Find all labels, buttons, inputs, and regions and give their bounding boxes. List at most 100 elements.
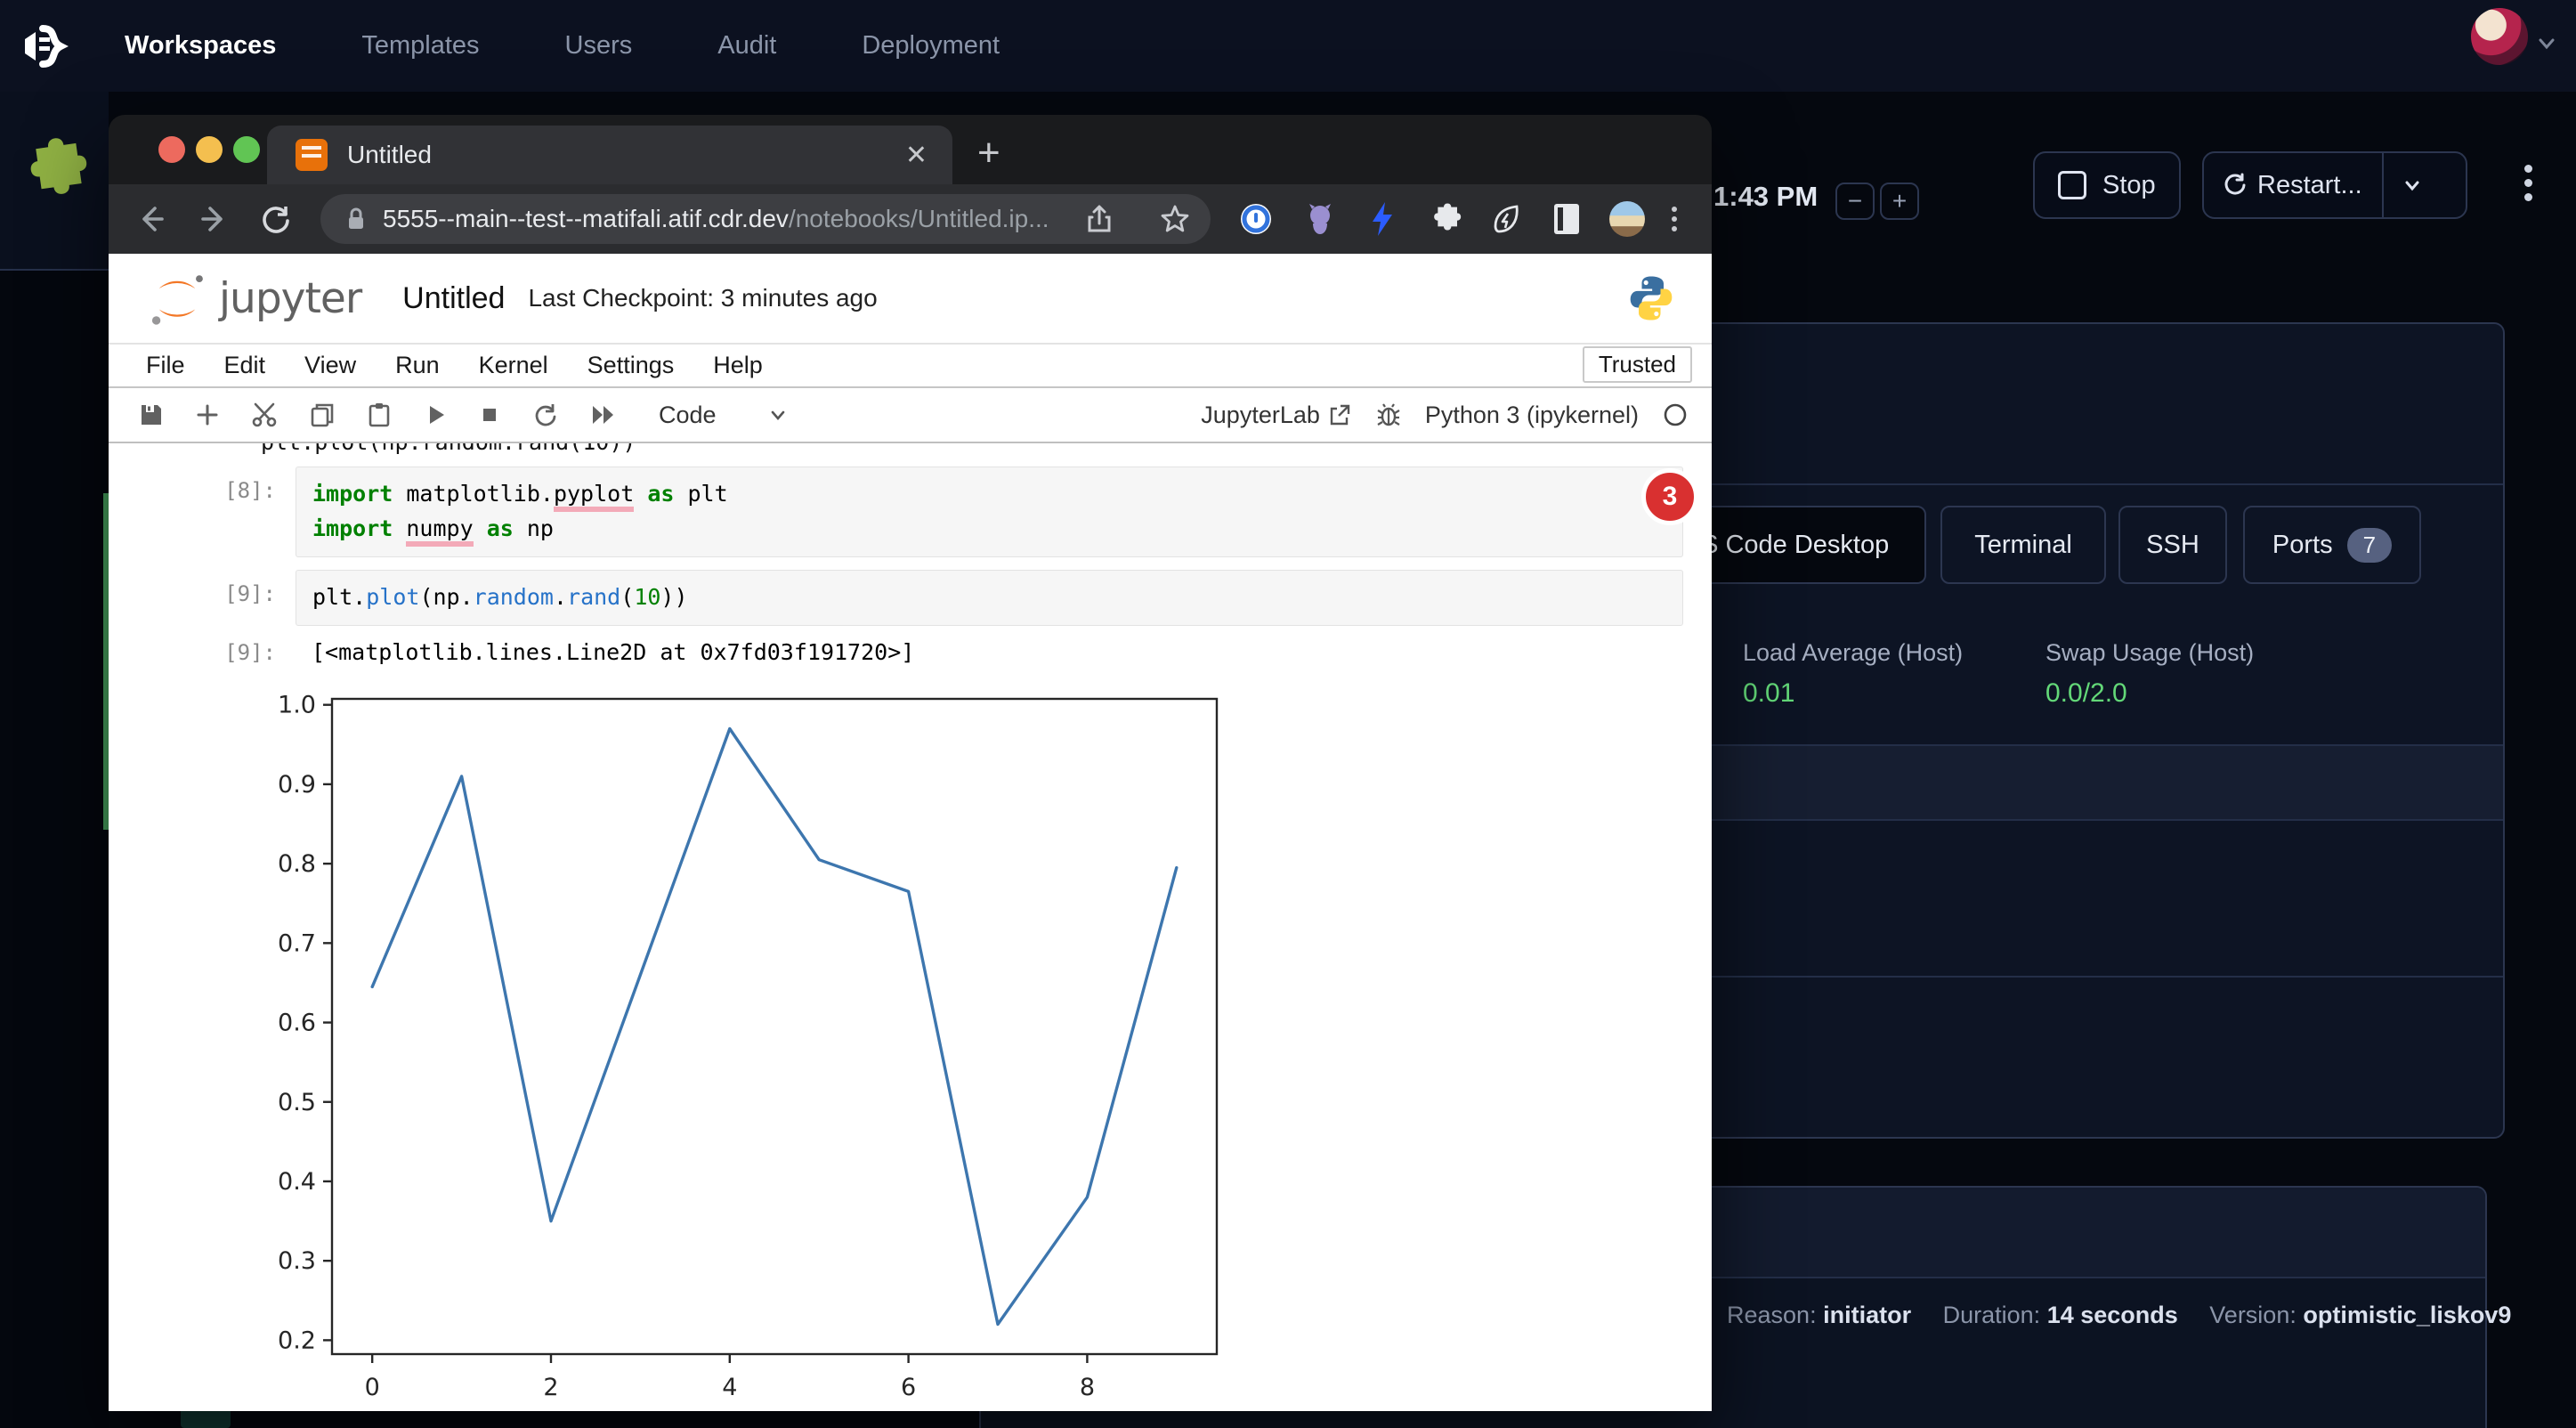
copy-cell-icon[interactable]	[308, 401, 336, 429]
paste-cell-icon[interactable]	[365, 401, 393, 429]
left-panel	[0, 92, 109, 271]
workspace-menu-icon[interactable]	[2519, 158, 2537, 212]
browser-tab[interactable]: Untitled ✕	[267, 126, 952, 184]
tab-label: Ports	[2272, 531, 2333, 560]
cell-prompt: [9]:	[109, 570, 296, 626]
svg-text:0.8: 0.8	[278, 850, 316, 878]
notebook-title[interactable]: Untitled	[402, 281, 505, 316]
bolt-icon[interactable]	[1365, 200, 1399, 238]
run-cell-icon[interactable]	[422, 402, 449, 428]
jupyter-page: jupyter Untitled Last Checkpoint: 3 minu…	[109, 254, 1712, 1411]
leaf-icon[interactable]	[1488, 201, 1524, 237]
user-avatar[interactable]	[2471, 8, 2528, 65]
zoom-out-button[interactable]: −	[1835, 183, 1875, 220]
nav-item-deployment[interactable]: Deployment	[862, 31, 1000, 61]
tab-ports[interactable]: Ports 7	[2243, 506, 2421, 584]
close-window-button[interactable]	[158, 136, 185, 163]
clock: 1:43 PM	[1713, 181, 1818, 213]
debugger-bug-icon[interactable]	[1375, 402, 1402, 428]
jupyter-toolbar: Code JupyterLab	[109, 388, 1712, 443]
matplotlib-figure: 0.20.30.40.50.60.70.80.91.002468	[267, 689, 1237, 1401]
trusted-button[interactable]: Trusted	[1583, 346, 1692, 383]
duration-label: Duration:	[1943, 1302, 2041, 1328]
svg-text:0.6: 0.6	[278, 1010, 316, 1037]
coder-top-nav: Workspaces Templates Users Audit Deploym…	[0, 0, 2576, 92]
svg-text:1.0: 1.0	[278, 692, 316, 719]
svg-text:0: 0	[365, 1374, 380, 1401]
scrolled-cell-fragment: plt.plot(np.random.rand(10))	[261, 443, 636, 458]
external-link-icon	[1327, 402, 1352, 427]
nav-item-workspaces[interactable]: Workspaces	[125, 31, 276, 61]
share-icon[interactable]	[1082, 202, 1116, 236]
load-average-value: 0.01	[1743, 678, 1794, 709]
tab-ssh[interactable]: SSH	[2118, 506, 2227, 584]
tab-label: Terminal	[1974, 531, 2072, 560]
zoom-in-button[interactable]: +	[1880, 183, 1919, 220]
tab-terminal[interactable]: Terminal	[1940, 506, 2106, 584]
restart-label: Restart...	[2257, 171, 2362, 200]
restart-dropdown[interactable]	[2382, 153, 2441, 217]
puzzle-extensions-icon[interactable]	[1426, 201, 1462, 237]
ports-count-badge: 7	[2347, 528, 2392, 563]
reload-icon[interactable]	[256, 199, 296, 239]
menu-help[interactable]: Help	[713, 352, 763, 379]
jupyterlab-link[interactable]: JupyterLab	[1201, 402, 1352, 429]
restart-run-all-icon[interactable]	[587, 400, 618, 430]
tab-label: SSH	[2146, 531, 2199, 560]
checkpoint-status: Last Checkpoint: 3 minutes ago	[528, 284, 877, 312]
nav-items: Workspaces Templates Users Audit Deploym…	[125, 31, 1000, 61]
jupyterlab-label: JupyterLab	[1201, 402, 1320, 429]
bookmark-star-icon[interactable]	[1157, 201, 1193, 237]
jupyter-wordmark: jupyter	[219, 274, 361, 323]
cell-editor[interactable]: plt.plot(np.random.rand(10))	[296, 570, 1683, 626]
onepassword-icon[interactable]	[1237, 200, 1275, 238]
svg-text:0.9: 0.9	[278, 771, 316, 799]
svg-text:2: 2	[543, 1374, 558, 1401]
cell-editor[interactable]: import matplotlib.pyplot as plt import n…	[296, 467, 1683, 557]
forward-icon[interactable]	[194, 199, 233, 239]
cell-type-select[interactable]: Code	[659, 402, 790, 429]
version-value: optimistic_liskov9	[2303, 1302, 2511, 1328]
stop-workspace-button[interactable]: Stop	[2033, 151, 2181, 219]
browser-titlebar: Untitled ✕ +	[109, 115, 1712, 184]
notebook-favicon	[296, 139, 328, 171]
menu-file[interactable]: File	[146, 352, 185, 379]
interrupt-kernel-icon[interactable]	[477, 402, 502, 427]
url-bar[interactable]: 5555--main--test--matifali.atif.cdr.dev/…	[320, 194, 1211, 244]
svg-text:0.4: 0.4	[278, 1168, 316, 1196]
kernel-name[interactable]: Python 3 (ipykernel)	[1425, 402, 1639, 429]
chevron-down-icon[interactable]	[2533, 30, 2560, 57]
close-tab-icon[interactable]: ✕	[905, 140, 928, 171]
build-info-row: Reason: initiator Duration: 14 seconds V…	[1727, 1302, 2536, 1329]
maximize-window-button[interactable]	[233, 136, 260, 163]
menu-view[interactable]: View	[304, 352, 356, 379]
cut-cell-icon[interactable]	[249, 400, 279, 430]
output-row: [9]: [<matplotlib.lines.Line2D at 0x7fd0…	[109, 629, 1712, 676]
notification-count-badge: 3	[1641, 468, 1698, 525]
menu-edit[interactable]: Edit	[224, 352, 266, 379]
swap-usage-value: 0.0/2.0	[2045, 678, 2127, 709]
back-icon[interactable]	[132, 199, 171, 239]
restart-kernel-icon[interactable]	[531, 401, 559, 429]
profile-avatar[interactable]	[1609, 201, 1645, 237]
svg-text:0.2: 0.2	[278, 1327, 316, 1354]
browser-menu-icon[interactable]	[1672, 202, 1677, 236]
menu-run[interactable]: Run	[395, 352, 440, 379]
python-logo	[1626, 273, 1676, 323]
menu-settings[interactable]: Settings	[587, 352, 675, 379]
svg-text:0.3: 0.3	[278, 1247, 316, 1275]
restart-workspace-button[interactable]: Restart...	[2202, 151, 2467, 219]
menu-kernel[interactable]: Kernel	[479, 352, 548, 379]
add-cell-icon[interactable]	[194, 402, 221, 428]
output-prompt: [9]:	[109, 629, 296, 676]
new-tab-button[interactable]: +	[977, 131, 1000, 175]
reader-mode-icon[interactable]	[1551, 200, 1583, 238]
nav-item-audit[interactable]: Audit	[717, 31, 776, 61]
save-icon[interactable]	[137, 401, 166, 429]
browser-toolbar: 5555--main--test--matifali.atif.cdr.dev/…	[109, 184, 1712, 254]
left-dark-panel	[0, 271, 109, 1428]
nav-item-users[interactable]: Users	[565, 31, 633, 61]
minimize-window-button[interactable]	[196, 136, 223, 163]
nav-item-templates[interactable]: Templates	[361, 31, 479, 61]
github-icon[interactable]	[1301, 200, 1339, 238]
